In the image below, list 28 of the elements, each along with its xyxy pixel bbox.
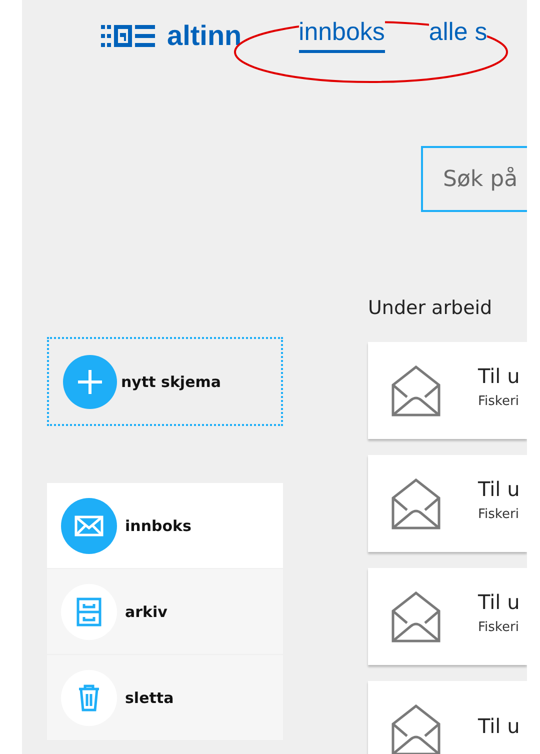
drawer-icon xyxy=(61,584,117,640)
sidebar-item[interactable]: arkiv xyxy=(47,569,283,654)
message-title: Til u xyxy=(478,714,520,738)
message-title: Til u xyxy=(478,364,520,388)
sidebar-item[interactable]: sletta xyxy=(47,655,283,740)
new-form-button[interactable]: nytt skjema xyxy=(47,337,283,426)
message-title: Til u xyxy=(478,590,520,614)
message-sender: Fiskeri xyxy=(478,620,520,635)
message-card[interactable]: Til u xyxy=(368,681,527,754)
message-sender: Fiskeri xyxy=(478,507,520,522)
envelope-icon xyxy=(61,498,117,554)
open-envelope-icon xyxy=(391,478,441,530)
message-card[interactable]: Til u Fiskeri xyxy=(368,455,527,552)
open-envelope-icon xyxy=(391,590,441,642)
logo-icon xyxy=(101,25,155,47)
nav-tab[interactable]: innboks xyxy=(298,18,385,53)
open-envelope-icon xyxy=(391,364,441,416)
logo-text: altinn xyxy=(167,23,242,49)
plus-icon xyxy=(63,354,117,408)
search-field[interactable]: Søk på xyxy=(421,146,527,212)
open-envelope-icon xyxy=(391,704,441,754)
sidebar-item[interactable]: innboks xyxy=(47,483,283,568)
section-heading: Under arbeid xyxy=(368,297,494,321)
message-sender: Fiskeri xyxy=(478,394,520,409)
message-title: Til u xyxy=(478,477,520,501)
message-card[interactable]: Til u Fiskeri xyxy=(368,568,527,665)
message-card[interactable]: Til u Fiskeri xyxy=(368,342,527,439)
trash-icon xyxy=(61,670,117,726)
